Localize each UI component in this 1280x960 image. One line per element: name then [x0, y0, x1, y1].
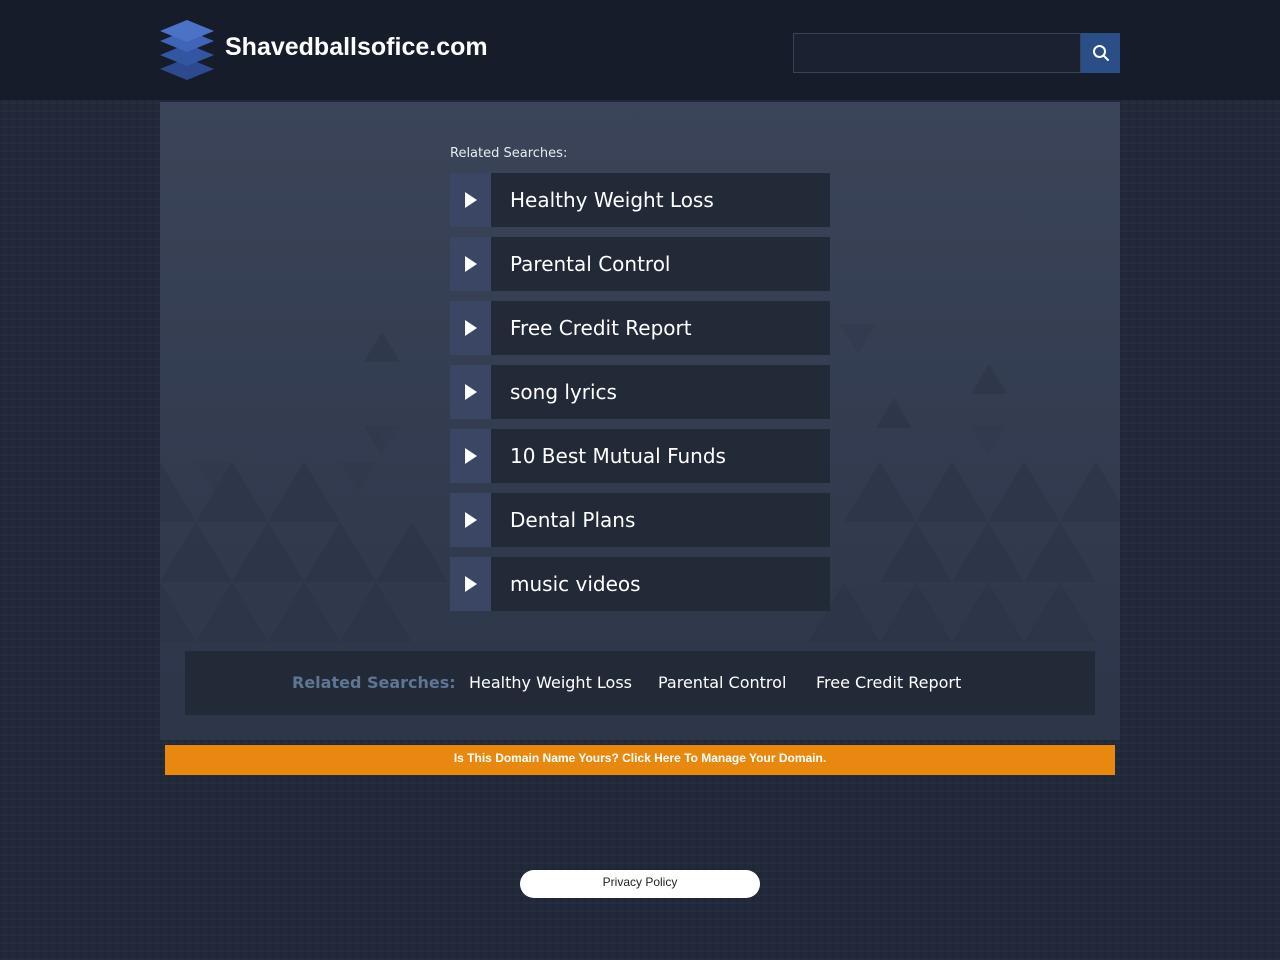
related-link-label[interactable]: 10 Best Mutual Funds [510, 429, 726, 483]
bottom-related-link[interactable]: Free Credit Report [816, 651, 961, 715]
header-bar: Shavedballsofice.com [0, 0, 1280, 100]
main-panel: Related Searches: Healthy Weight Loss Pa… [160, 102, 1120, 740]
play-arrow-icon [450, 173, 491, 227]
related-link[interactable]: music videos [450, 557, 830, 611]
play-arrow-icon [450, 493, 491, 547]
related-link[interactable]: Free Credit Report [450, 301, 830, 355]
related-link[interactable]: Dental Plans [450, 493, 830, 547]
related-link-label[interactable]: music videos [510, 557, 641, 611]
bottom-related-link[interactable]: Parental Control [658, 651, 786, 715]
related-link[interactable]: 10 Best Mutual Funds [450, 429, 830, 483]
search-button[interactable] [1081, 33, 1120, 73]
related-links-list: Healthy Weight Loss Parental Control Fre… [450, 173, 830, 621]
play-arrow-icon [450, 557, 491, 611]
related-link[interactable]: Healthy Weight Loss [450, 173, 830, 227]
related-searches-label: Related Searches: [450, 146, 568, 161]
bottom-related-link[interactable]: Healthy Weight Loss [469, 651, 632, 715]
manage-domain-banner[interactable]: Is This Domain Name Yours? Click Here To… [165, 745, 1115, 775]
related-link-label[interactable]: Free Credit Report [510, 301, 692, 355]
privacy-policy-button[interactable]: Privacy Policy [520, 870, 760, 898]
site-title[interactable]: Shavedballsofice.com [225, 31, 488, 63]
related-link-label[interactable]: song lyrics [510, 365, 617, 419]
related-link-label[interactable]: Dental Plans [510, 493, 635, 547]
stacked-layers-icon[interactable] [158, 18, 216, 82]
related-link-label[interactable]: Parental Control [510, 237, 671, 291]
play-arrow-icon [450, 237, 491, 291]
play-arrow-icon [450, 301, 491, 355]
search-input[interactable] [793, 33, 1081, 73]
bottom-related-bar: Related Searches: Healthy Weight Loss Pa… [185, 651, 1095, 715]
bottom-related-label: Related Searches: [292, 673, 456, 692]
related-link[interactable]: Parental Control [450, 237, 830, 291]
play-arrow-icon [450, 365, 491, 419]
related-link[interactable]: song lyrics [450, 365, 830, 419]
play-arrow-icon [450, 429, 491, 483]
magnifier-icon [1092, 45, 1109, 61]
related-link-label[interactable]: Healthy Weight Loss [510, 173, 714, 227]
